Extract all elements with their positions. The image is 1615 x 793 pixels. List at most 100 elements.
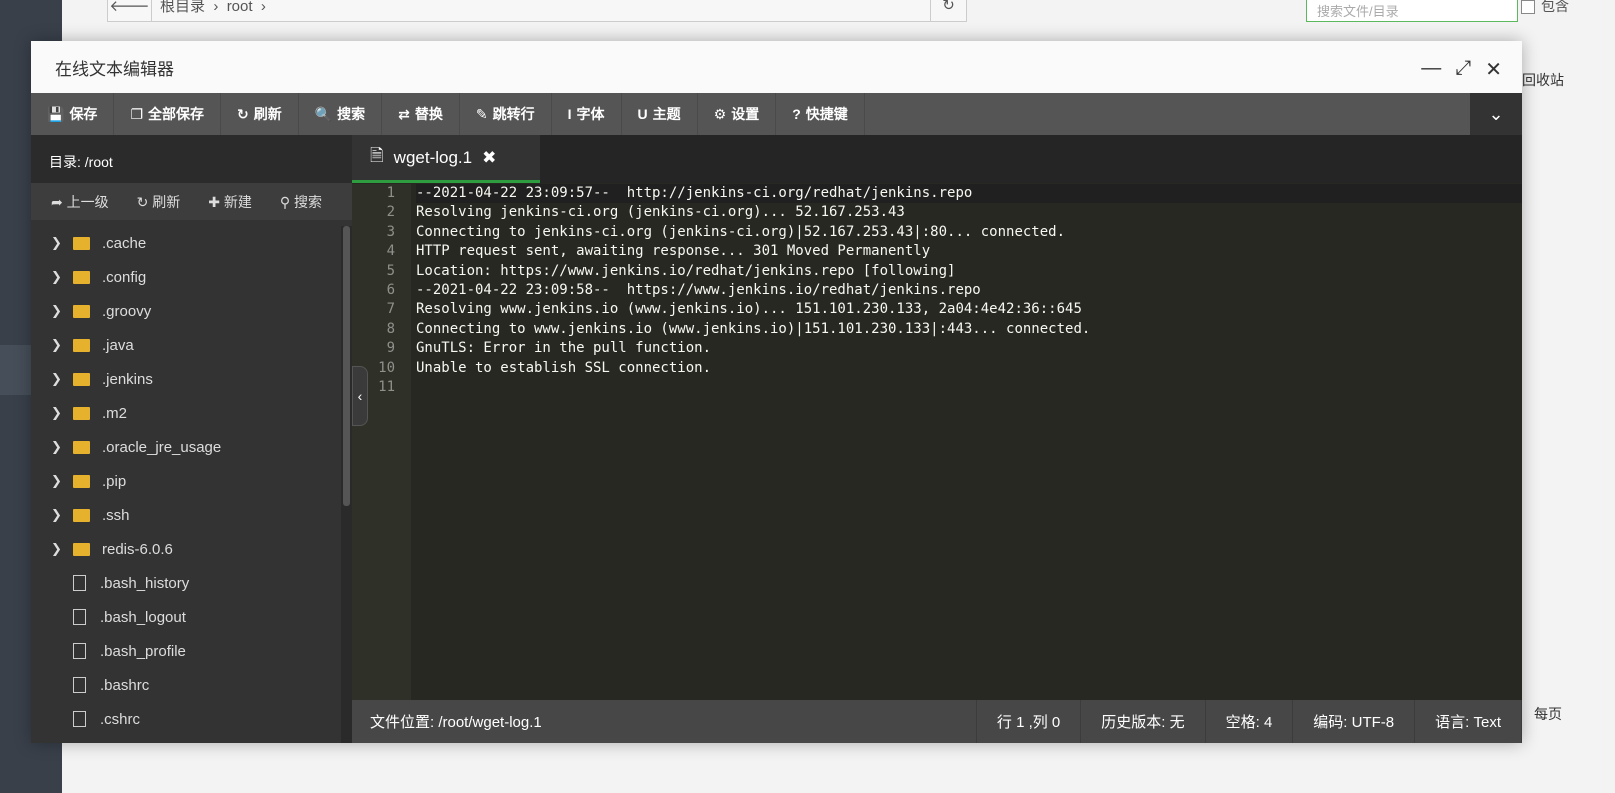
toolbar-button-5[interactable]: ✎ 跳转行 xyxy=(460,93,552,135)
toolbar-button-0[interactable]: 💾 保存 xyxy=(31,93,115,135)
folder-item[interactable]: ❯ redis-6.0.6 xyxy=(31,532,341,566)
toolbar-button-2[interactable]: ↻ 刷新 xyxy=(221,93,299,135)
crumb-dir[interactable]: root xyxy=(227,0,253,15)
chevron-right-icon[interactable]: ❯ xyxy=(51,439,73,455)
line-number: 4 xyxy=(386,243,395,260)
toolbar-button-8[interactable]: ⚙ 设置 xyxy=(698,93,777,135)
save-icon: 💾 xyxy=(47,105,65,122)
chevron-right-icon[interactable]: ❯ xyxy=(51,473,73,489)
question-icon: ? xyxy=(792,106,801,122)
toolbar-button-9[interactable]: ? 快捷键 xyxy=(776,93,865,135)
close-icon[interactable]: ✕ xyxy=(1485,57,1502,82)
chevron-right-icon[interactable]: ❯ xyxy=(51,303,73,319)
plus-icon: ✚ xyxy=(208,193,220,210)
file-item[interactable]: .bash_profile xyxy=(31,634,341,668)
minimize-icon[interactable]: — xyxy=(1421,57,1441,82)
code-line[interactable]: Resolving jenkins-ci.org (jenkins-ci.org… xyxy=(416,203,1522,222)
recycle-bin-button[interactable]: 回收站 xyxy=(1522,70,1564,90)
code-lines[interactable]: --2021-04-22 23:09:57-- http://jenkins-c… xyxy=(411,184,1522,700)
refresh-icon: ↻ xyxy=(136,193,149,210)
toolbar: 💾 保存 ❐ 全部保存 ↻ 刷新 🔍 搜索 ⇄ 替换 ✎ 跳转行 I 字体 U 主题 ⚙ 设置? 快捷键 ⌄ xyxy=(31,93,1522,135)
folder-item[interactable]: ❯ .java xyxy=(31,328,341,362)
file-icon xyxy=(73,643,86,659)
file-item[interactable]: .bashrc xyxy=(31,668,341,702)
code-line[interactable] xyxy=(416,378,1522,397)
file-item[interactable]: .cshrc xyxy=(31,702,341,736)
line-number: 6 xyxy=(386,281,395,298)
chevron-right-icon[interactable]: ❯ xyxy=(51,371,73,387)
tab-wget-log[interactable]: 🗎 wget-log.1 ✖ xyxy=(352,135,540,183)
code-line[interactable]: Resolving www.jenkins.io (www.jenkins.io… xyxy=(416,300,1522,319)
sidebar-action-2[interactable]: ✚ 新建 xyxy=(208,192,252,212)
code-line[interactable]: GnuTLS: Error in the pull function. xyxy=(416,339,1522,358)
chevron-right-icon[interactable]: ❯ xyxy=(51,269,73,285)
line-number: 8 xyxy=(386,320,395,337)
chevron-right-icon[interactable]: ❯ xyxy=(51,235,73,251)
include-checkbox[interactable]: 包含 xyxy=(1521,0,1569,16)
chevron-right-icon[interactable]: ❯ xyxy=(51,405,73,421)
theme-magnet-icon: U xyxy=(637,106,648,122)
crumb-root[interactable]: 根目录 xyxy=(160,0,205,15)
refresh-icon[interactable]: ↻ xyxy=(930,0,966,21)
language-setting[interactable]: 语言: Text xyxy=(1414,700,1522,743)
sidebar-action-1[interactable]: ↻ 刷新 xyxy=(137,192,181,212)
toolbar-button-4[interactable]: ⇄ 替换 xyxy=(382,93,460,135)
directory-label: 目录: /root xyxy=(31,135,352,183)
code-line[interactable]: Connecting to jenkins-ci.org (jenkins-ci… xyxy=(416,223,1522,242)
code-line[interactable]: --2021-04-22 23:09:57-- http://jenkins-c… xyxy=(416,184,1522,204)
code-area[interactable]: 1 2 3 4 5 6 7 8 9 10 11 --2021-04-22 23:09:57-- ht… xyxy=(352,184,1522,700)
chevron-down-icon[interactable]: ⌄ xyxy=(1470,93,1522,135)
maximize-icon[interactable]: ⤢ xyxy=(1455,57,1471,82)
chevron-right-icon[interactable]: ❯ xyxy=(51,507,73,523)
folder-item[interactable]: ❯ .pip xyxy=(31,464,341,498)
folder-item[interactable]: ❯ .m2 xyxy=(31,396,341,430)
line-number: 2 xyxy=(386,204,395,221)
file-tree: ❯ .cache ❯ .config ❯ .groovy ❯ .java ❯ .jenkins ❯.… xyxy=(31,226,341,743)
folder-icon xyxy=(73,372,90,386)
code-line[interactable]: Unable to establish SSL connection. xyxy=(416,359,1522,378)
scrollbar[interactable] xyxy=(341,226,352,743)
collapse-sidebar-button[interactable]: ‹ xyxy=(352,366,368,426)
toolbar-button-6[interactable]: I 字体 xyxy=(552,93,622,135)
code-line[interactable]: Connecting to www.jenkins.io (www.jenkin… xyxy=(416,320,1522,339)
line-number: 9 xyxy=(386,340,395,357)
folder-item[interactable]: ❯ .cache xyxy=(31,226,341,260)
line-number: 3 xyxy=(386,223,395,240)
file-path: 文件位置: /root/wget-log.1 xyxy=(370,714,542,731)
file-tree-panel: 目录: /root ➦ 上一级 ↻ 刷新 ✚ 新建 ⚲ 搜索 ❯ .cache ❯ .con… xyxy=(31,135,352,743)
chevron-right-icon[interactable]: ❯ xyxy=(51,337,73,353)
folder-item[interactable]: ❯ .oracle_jre_usage xyxy=(31,430,341,464)
chevron-right-icon[interactable]: ❯ xyxy=(51,541,73,557)
line-numbers: 1 2 3 4 5 6 7 8 9 10 11 xyxy=(352,184,411,700)
back-icon[interactable]: 🡐 xyxy=(108,0,152,21)
sidebar-actions: ➦ 上一级 ↻ 刷新 ✚ 新建 ⚲ 搜索 xyxy=(31,183,352,220)
toolbar-button-7[interactable]: U 主题 xyxy=(622,93,698,135)
folder-icon xyxy=(73,542,90,556)
toolbar-button-3[interactable]: 🔍 搜索 xyxy=(299,93,383,135)
code-line[interactable]: --2021-04-22 23:09:58-- https://www.jenk… xyxy=(416,281,1522,300)
encoding-setting[interactable]: 编码: UTF-8 xyxy=(1292,700,1414,743)
sidebar-action-3[interactable]: ⚲ 搜索 xyxy=(280,192,322,212)
code-line[interactable]: Location: https://www.jenkins.io/redhat/… xyxy=(416,262,1522,281)
folder-item[interactable]: ❯ .groovy xyxy=(31,294,341,328)
folder-item[interactable]: ❯ .ssh xyxy=(31,498,341,532)
toolbar-button-1[interactable]: ❐ 全部保存 xyxy=(114,93,221,135)
folder-icon xyxy=(73,236,90,250)
search-icon: 🔍 xyxy=(314,105,333,122)
file-icon xyxy=(73,711,86,727)
folder-item[interactable]: ❯ .config xyxy=(31,260,341,294)
indent-setting[interactable]: 空格: 4 xyxy=(1204,700,1293,743)
close-tab-icon[interactable]: ✖ xyxy=(482,148,496,168)
search-input[interactable]: 搜索文件/目录 xyxy=(1306,0,1518,22)
sidebar-action-0[interactable]: ➦ 上一级 xyxy=(51,192,109,212)
folder-icon xyxy=(73,474,90,488)
file-item[interactable]: .bash_logout xyxy=(31,600,341,634)
code-line[interactable]: HTTP request sent, awaiting response... … xyxy=(416,242,1522,261)
folder-icon xyxy=(73,270,90,284)
line-number: 5 xyxy=(386,262,395,279)
history-version[interactable]: 历史版本: 无 xyxy=(1080,700,1204,743)
editor: 🗎 wget-log.1 ✖ 1 2 3 4 5 6 7 8 9 10 11 --2021-04-22 … xyxy=(352,135,1522,743)
up-icon: ➦ xyxy=(51,193,63,210)
file-item[interactable]: .bash_history xyxy=(31,566,341,600)
folder-item[interactable]: ❯ .jenkins xyxy=(31,362,341,396)
